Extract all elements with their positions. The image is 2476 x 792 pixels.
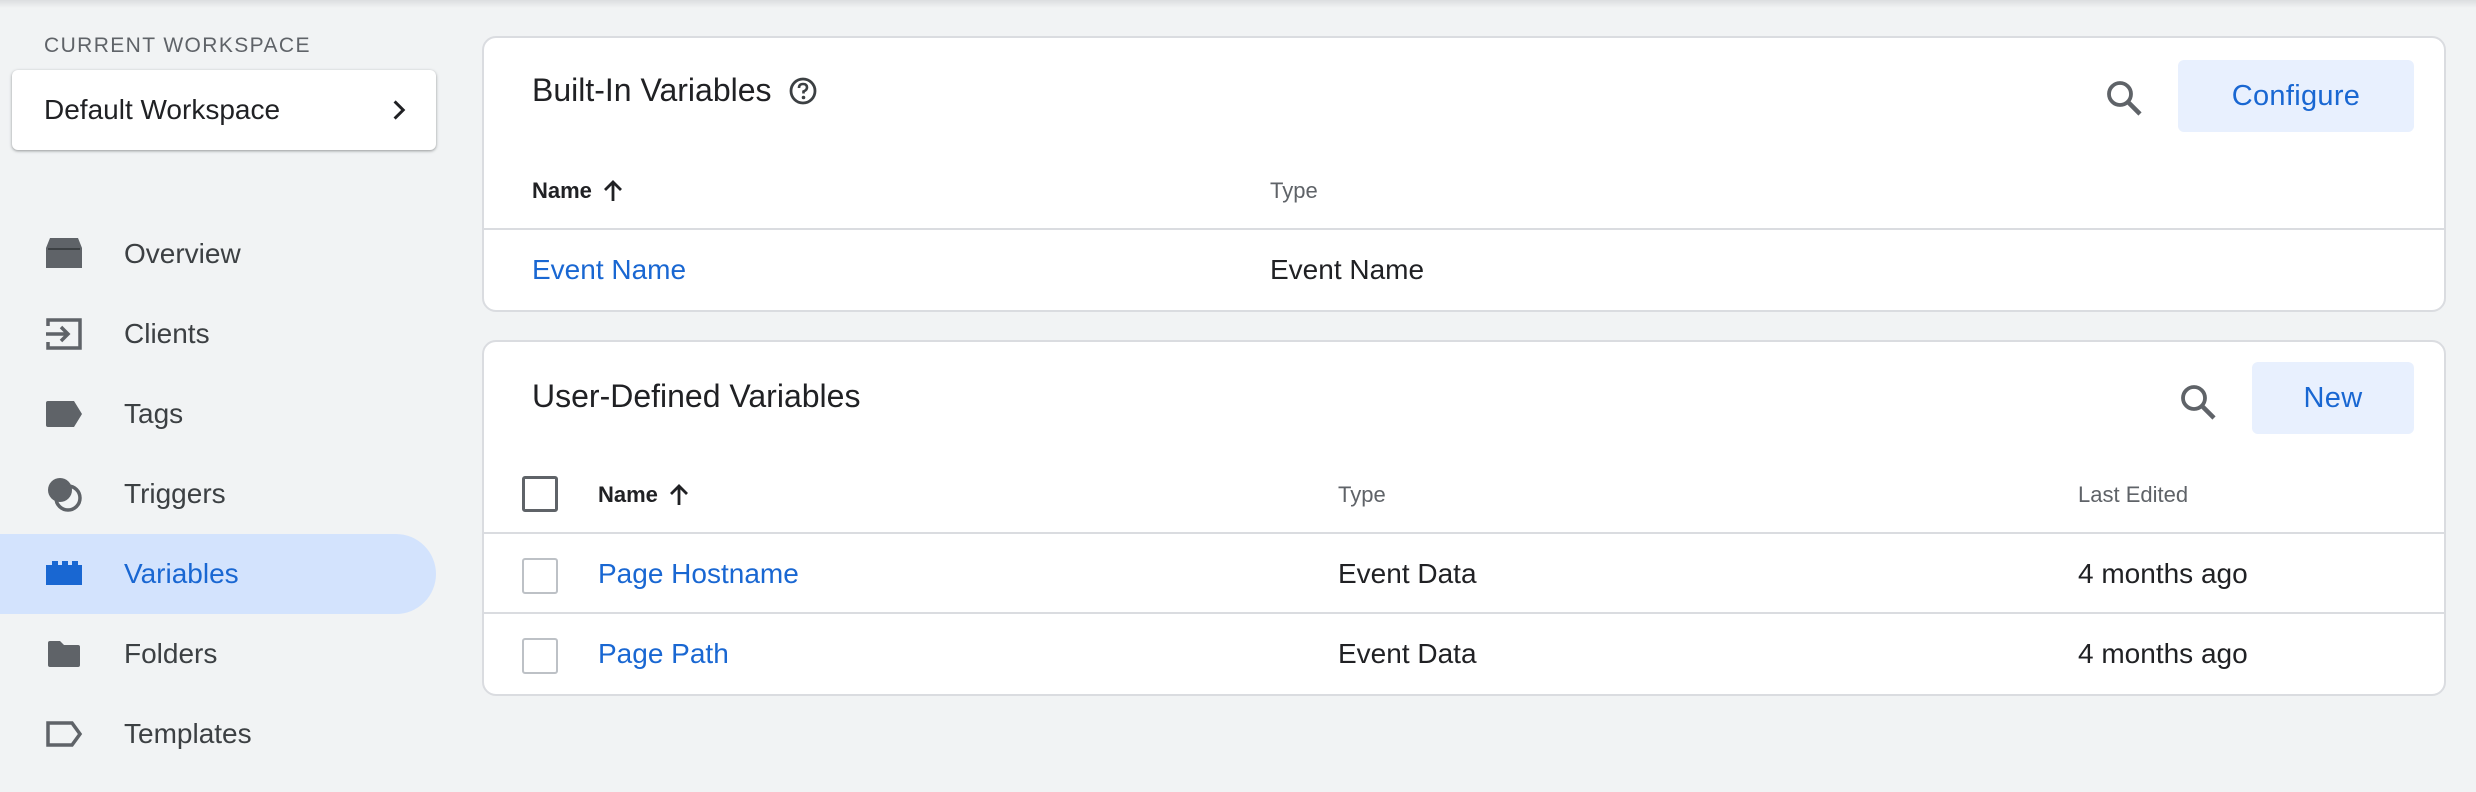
builtin-search-button[interactable] bbox=[2096, 70, 2152, 126]
sidebar-item-label: Clients bbox=[124, 318, 210, 349]
userdefined-row-type: Event Data bbox=[1338, 638, 1477, 669]
builtin-column-name[interactable]: Name bbox=[532, 178, 624, 204]
sidebar-item-label: Overview bbox=[124, 238, 241, 269]
user-defined-variables-title: User-Defined Variables bbox=[532, 378, 861, 414]
builtin-variables-title-wrap: Built-In Variables bbox=[532, 72, 818, 109]
sidebar-item-overview[interactable]: Overview bbox=[0, 214, 436, 294]
row-checkbox[interactable] bbox=[522, 558, 558, 594]
sidebar-item-clients[interactable]: Clients bbox=[0, 294, 436, 374]
workspace-selector[interactable]: Default Workspace bbox=[12, 70, 436, 150]
arrow-up-icon bbox=[668, 483, 690, 507]
folder-icon bbox=[44, 634, 84, 674]
sidebar-item-variables[interactable]: Variables bbox=[0, 534, 436, 614]
configure-button[interactable]: Configure bbox=[2178, 60, 2414, 132]
workspace-label: CURRENT WORKSPACE bbox=[44, 34, 311, 57]
sidebar-item-triggers[interactable]: Triggers bbox=[0, 454, 436, 534]
variables-icon bbox=[44, 554, 84, 594]
userdefined-search-button[interactable] bbox=[2170, 374, 2226, 430]
column-header-label: Name bbox=[532, 178, 592, 203]
builtin-variables-title: Built-In Variables bbox=[532, 72, 772, 108]
workspace-name: Default Workspace bbox=[44, 94, 281, 125]
templates-icon bbox=[44, 714, 84, 754]
tag-icon bbox=[44, 394, 84, 434]
divider bbox=[484, 612, 2444, 614]
userdefined-column-name[interactable]: Name bbox=[598, 482, 690, 508]
sidebar-item-tags[interactable]: Tags bbox=[0, 374, 436, 454]
userdefined-column-last-edited: Last Edited bbox=[2078, 482, 2188, 508]
search-icon bbox=[2104, 78, 2144, 118]
clients-icon bbox=[44, 314, 84, 354]
new-variable-button[interactable]: New bbox=[2252, 362, 2414, 434]
select-all-checkbox[interactable] bbox=[522, 476, 558, 512]
divider bbox=[484, 228, 2444, 230]
userdefined-row-name-link[interactable]: Page Path bbox=[598, 638, 729, 670]
divider bbox=[484, 532, 2444, 534]
sidebar-item-label: Templates bbox=[124, 718, 252, 749]
sidebar-item-label: Folders bbox=[124, 638, 218, 669]
builtin-row-name-link[interactable]: Event Name bbox=[532, 254, 686, 286]
userdefined-column-type: Type bbox=[1338, 482, 1386, 508]
builtin-column-type: Type bbox=[1270, 178, 1318, 204]
user-defined-variables-card: User-Defined Variables New Name Type Las… bbox=[482, 340, 2446, 696]
sidebar-nav: Overview Clients Tags Triggers Variables bbox=[0, 214, 436, 774]
builtin-row-type: Event Name bbox=[1270, 254, 1425, 285]
column-header-label: Type bbox=[1270, 178, 1318, 203]
sidebar-item-label: Variables bbox=[124, 558, 239, 589]
column-header-label: Last Edited bbox=[2078, 482, 2189, 507]
column-header-label: Type bbox=[1338, 482, 1386, 507]
sidebar-item-label: Triggers bbox=[124, 478, 226, 509]
userdefined-row-last-edited: 4 months ago bbox=[2078, 638, 2248, 669]
userdefined-row-type: Event Data bbox=[1338, 558, 1477, 589]
search-icon bbox=[2178, 382, 2218, 422]
help-icon[interactable] bbox=[788, 76, 818, 106]
column-header-label: Name bbox=[598, 482, 658, 507]
sidebar-item-label: Tags bbox=[124, 398, 184, 429]
builtin-variables-card: Built-In Variables Configure Name Type E… bbox=[482, 36, 2446, 312]
arrow-up-icon bbox=[602, 179, 624, 203]
chevron-right-icon bbox=[384, 96, 412, 124]
sidebar-item-folders[interactable]: Folders bbox=[0, 614, 436, 694]
userdefined-row-last-edited: 4 months ago bbox=[2078, 558, 2248, 589]
sidebar: CURRENT WORKSPACE Default Workspace Over… bbox=[0, 0, 450, 792]
row-checkbox[interactable] bbox=[522, 638, 558, 674]
triggers-icon bbox=[44, 474, 84, 514]
overview-icon bbox=[44, 234, 84, 274]
userdefined-row-name-link[interactable]: Page Hostname bbox=[598, 558, 799, 590]
sidebar-item-templates[interactable]: Templates bbox=[0, 694, 436, 774]
